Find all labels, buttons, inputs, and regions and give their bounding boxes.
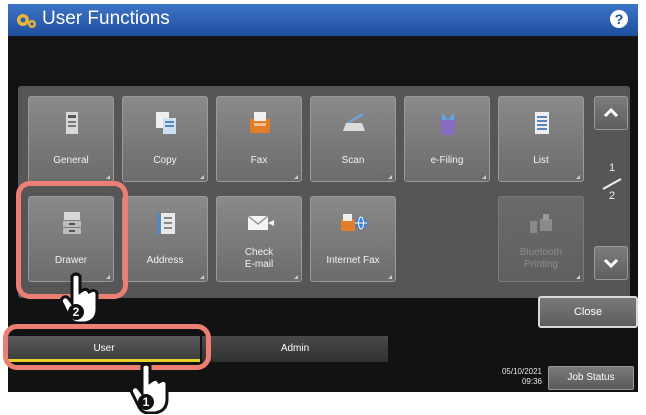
tile-label: e-Filing — [430, 155, 464, 166]
gears-icon — [17, 14, 36, 28]
tile-label: General — [53, 155, 89, 166]
tile-efiling[interactable]: e-Filing — [404, 96, 490, 182]
tile-label: List — [533, 155, 549, 166]
tile-fax[interactable]: Fax — [216, 96, 302, 182]
scroll-up-button[interactable] — [594, 96, 628, 130]
tile-bluetooth-printing: Bluetooth Printing — [498, 196, 584, 282]
tile-label: Address — [146, 255, 184, 266]
scan-icon — [343, 113, 365, 131]
page-title: User Functions — [42, 8, 170, 29]
tile-label: Fax — [250, 155, 268, 166]
tile-check-email[interactable]: Check E-mail — [216, 196, 302, 282]
list-icon — [535, 112, 549, 134]
scroll-down-button[interactable] — [594, 246, 628, 280]
tile-internet-fax[interactable]: Internet Fax — [310, 196, 396, 282]
time-text: 09:36 — [521, 377, 542, 386]
job-status-button[interactable]: Job Status — [548, 366, 634, 390]
hand-pointer-icon: 1 — [129, 362, 169, 414]
copy-icon — [156, 112, 176, 134]
tile-label: Check E-mail — [244, 247, 274, 270]
fax-icon — [250, 112, 270, 133]
envelope-icon — [247, 215, 274, 230]
date-text: 05/10/2021 — [501, 367, 542, 376]
tile-scan[interactable]: Scan — [310, 96, 396, 182]
tab-admin[interactable]: Admin — [202, 336, 388, 362]
callout-step-1: 1 — [143, 395, 150, 409]
bluetooth-printing-icon — [530, 214, 552, 233]
page-current: 1 — [608, 162, 616, 174]
date-time: 05/10/2021 09:36 — [478, 367, 542, 387]
tile-label: Copy — [153, 155, 177, 166]
chevron-up-icon — [603, 107, 619, 118]
tile-copy[interactable]: Copy — [122, 96, 208, 182]
help-question-icon[interactable]: ? — [610, 10, 628, 28]
efiling-icon — [440, 113, 456, 135]
highlight-user-tab — [3, 324, 211, 370]
hand-pointer-icon: 2 — [59, 272, 99, 324]
tile-list[interactable]: List — [498, 96, 584, 182]
internet-fax-icon — [341, 214, 367, 231]
close-button[interactable]: Close — [538, 296, 638, 328]
chevron-down-icon — [603, 258, 619, 269]
general-icon — [66, 112, 78, 134]
info-bar — [8, 36, 638, 80]
page-total: 2 — [608, 190, 616, 202]
tile-label: Bluetooth Printing — [519, 247, 563, 270]
tile-label: Scan — [341, 155, 365, 166]
tile-address[interactable]: Address — [122, 196, 208, 282]
address-book-icon — [157, 213, 175, 234]
tile-general[interactable]: General — [28, 96, 114, 182]
callout-step-2: 2 — [73, 305, 80, 319]
title-bar: User Functions ? — [8, 4, 638, 36]
tile-label: Internet Fax — [326, 255, 380, 266]
